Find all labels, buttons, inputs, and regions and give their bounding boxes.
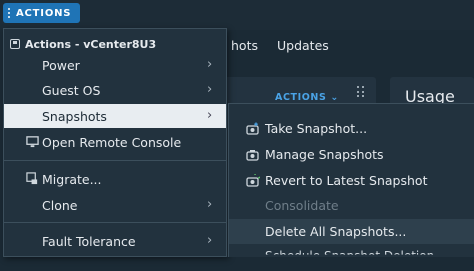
drag-handle-icon[interactable] [357, 86, 365, 98]
menu-item-open-remote-console[interactable]: Open Remote Console [4, 130, 226, 154]
tab-snapshots[interactable]: hots [231, 38, 258, 53]
menu-item-fault-tolerance[interactable]: Fault Tolerance › [4, 229, 226, 253]
take-snapshot-icon [246, 122, 259, 135]
actions-menu: Actions - vCenter8U3 Power › Guest OS › … [3, 28, 227, 257]
remote-console-icon [26, 136, 39, 148]
submenu-item-manage-snapshots[interactable]: Manage Snapshots [229, 142, 474, 167]
menu-item-clone[interactable]: Clone › [4, 193, 226, 217]
menu-item-label: Guest OS [42, 83, 101, 98]
vm-icon [10, 39, 20, 49]
menu-item-migrate[interactable]: Migrate... [4, 167, 226, 191]
submenu-item-revert-snapshot[interactable]: Revert to Latest Snapshot [229, 168, 474, 193]
chevron-right-icon: › [207, 108, 213, 123]
chevron-right-icon: › [207, 197, 213, 212]
menu-divider [4, 222, 226, 223]
menu-item-guest-os[interactable]: Guest OS › [4, 78, 226, 102]
menu-item-label: Fault Tolerance [42, 234, 136, 249]
menu-item-label: Clone [42, 198, 78, 213]
submenu-item-label: Delete All Snapshots... [265, 224, 407, 239]
submenu-item-label: Schedule Snapshot Deletion [265, 249, 435, 263]
submenu-item-schedule-snapshot-deletion[interactable]: Schedule Snapshot Deletion [229, 246, 474, 271]
revert-snapshot-icon [246, 174, 260, 187]
menu-item-power[interactable]: Power › [4, 53, 226, 77]
menu-item-label: Migrate... [42, 172, 102, 187]
manage-snapshots-icon [246, 150, 259, 161]
snapshots-submenu: Take Snapshot... Manage Snapshots Revert… [228, 103, 474, 257]
submenu-item-consolidate[interactable]: Consolidate [229, 193, 474, 218]
menu-divider [4, 160, 226, 161]
submenu-item-label: Take Snapshot... [265, 121, 368, 136]
menu-item-snapshots[interactable]: Snapshots › [4, 104, 226, 128]
menu-item-label: Open Remote Console [42, 135, 182, 150]
submenu-item-label: Manage Snapshots [265, 147, 384, 162]
submenu-item-delete-all-snapshots[interactable]: Delete All Snapshots... [229, 219, 474, 244]
tab-updates[interactable]: Updates [277, 38, 329, 53]
actions-button[interactable]: ACTIONS [3, 3, 80, 23]
migrate-icon [26, 172, 38, 185]
submenu-item-label: Consolidate [265, 198, 339, 213]
chevron-right-icon: › [207, 82, 213, 97]
menu-item-label: Snapshots [42, 109, 107, 124]
chevron-right-icon: › [207, 57, 213, 72]
menu-header: Actions - vCenter8U3 [25, 38, 157, 51]
menu-item-label: Power [42, 58, 80, 73]
kebab-icon [8, 8, 10, 18]
submenu-item-take-snapshot[interactable]: Take Snapshot... [229, 116, 474, 141]
chevron-right-icon: › [207, 233, 213, 248]
submenu-item-label: Revert to Latest Snapshot [265, 173, 428, 188]
panel-actions-link[interactable]: ACTIONS ⌄ [275, 92, 339, 103]
actions-button-label: ACTIONS [16, 7, 72, 19]
